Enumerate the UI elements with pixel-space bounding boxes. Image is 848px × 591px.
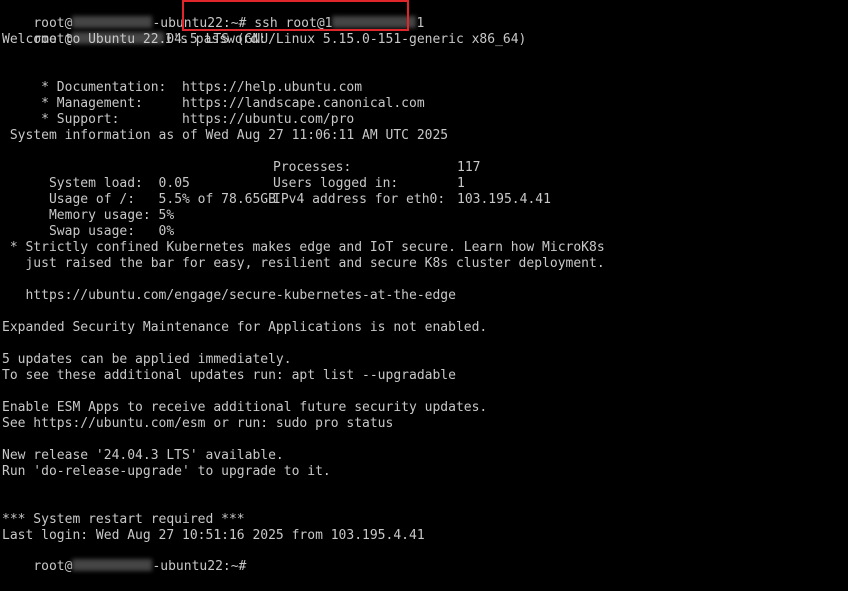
swap-usage-label: Swap usage: bbox=[33, 224, 159, 239]
prompt-line-current[interactable]: root@ -ubuntu22:~# bbox=[2, 543, 254, 574]
highlight-annotation-box bbox=[182, 0, 409, 31]
esm-status-line: Expanded Security Maintenance for Applic… bbox=[2, 320, 488, 335]
last-login-line: Last login: Wed Aug 27 10:51:16 2025 fro… bbox=[2, 528, 425, 543]
new-release-line-1: New release '24.04.3 LTS' available. bbox=[2, 448, 284, 463]
users-logged-in-value: 1 bbox=[457, 176, 465, 191]
system-load-row: System load: 0.05 bbox=[2, 160, 190, 191]
k8s-notice-line-2: just raised the bar for easy, resilient … bbox=[2, 256, 605, 271]
prompt-user-2: root@ bbox=[33, 559, 73, 574]
swap-usage-value: 0% bbox=[158, 224, 175, 239]
updates-line-1: 5 updates can be applied immediately. bbox=[2, 352, 292, 367]
esm-apps-line-2: See https://ubuntu.com/esm or run: sudo … bbox=[2, 416, 394, 431]
management-line: * Management: https://landscape.canonica… bbox=[2, 80, 425, 111]
k8s-url[interactable]: https://ubuntu.com/engage/secure-kuberne… bbox=[2, 288, 455, 304]
ssh-command-suffix: 1 bbox=[416, 16, 425, 31]
swap-usage-row: Swap usage: 0% bbox=[2, 208, 174, 239]
ipv4-value: 103.195.4.41 bbox=[457, 192, 551, 207]
support-line: * Support: https://ubuntu.com/pro bbox=[2, 96, 354, 127]
prompt-host-suffix-2: -ubuntu22:~# bbox=[152, 559, 255, 574]
k8s-notice-line-1: * Strictly confined Kubernetes makes edg… bbox=[2, 240, 605, 255]
disk-usage-value: 5.5% of 78.65GB bbox=[158, 192, 276, 207]
processes-value: 117 bbox=[457, 160, 481, 175]
ipv4-label: IPv4 address for eth0: bbox=[273, 192, 446, 207]
memory-usage-row: Memory usage: 5% bbox=[2, 192, 174, 223]
restart-required-line: *** System restart required *** bbox=[2, 512, 245, 527]
sysinfo-header: System information as of Wed Aug 27 11:0… bbox=[2, 128, 449, 143]
support-url[interactable]: https://ubuntu.com/pro bbox=[182, 112, 354, 127]
welcome-line: Welcome to Ubuntu 22.04.5 LTS (GNU/Linux… bbox=[2, 32, 527, 47]
support-label: * Support: bbox=[33, 112, 183, 127]
esm-apps-line-1: Enable ESM Apps to receive additional fu… bbox=[2, 400, 488, 415]
disk-usage-row: Usage of /: 5.5% of 78.65GB bbox=[2, 176, 276, 207]
users-logged-in-label: Users logged in: bbox=[273, 176, 399, 191]
terminal-window[interactable]: root@ -ubuntu22:~# ssh root@1 1 root@ 1's p… bbox=[0, 0, 848, 574]
new-release-line-2: Run 'do-release-upgrade' to upgrade to i… bbox=[2, 464, 331, 479]
documentation-line: * Documentation: https://help.ubuntu.com bbox=[2, 64, 362, 95]
updates-line-2: To see these additional updates run: apt… bbox=[2, 368, 456, 383]
redacted-hostname-2 bbox=[72, 559, 153, 571]
processes-label: Processes: bbox=[273, 160, 352, 175]
